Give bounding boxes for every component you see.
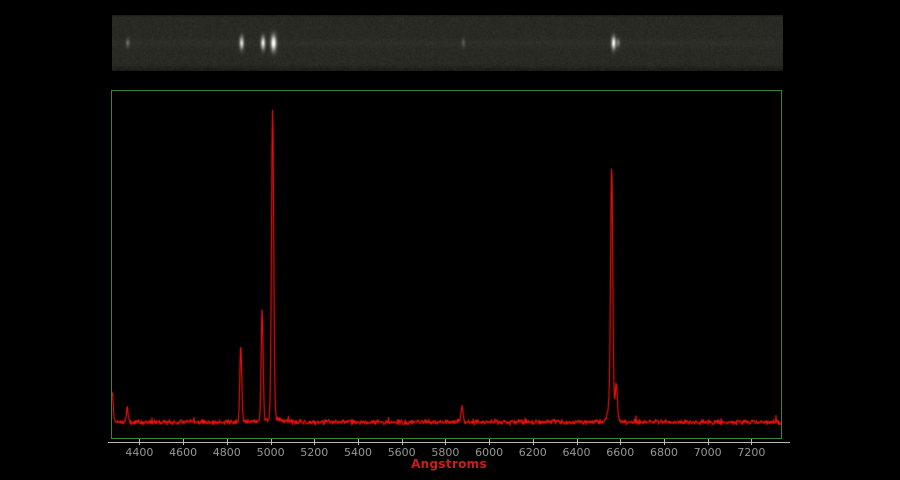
spectrum-2d-strip-image — [112, 15, 783, 71]
x-tick — [708, 439, 709, 445]
x-tick — [314, 439, 315, 445]
x-tick — [183, 439, 184, 445]
x-tick-label: 6400 — [555, 447, 599, 459]
x-tick-label: 7200 — [729, 447, 773, 459]
x-tick — [620, 439, 621, 445]
spectral-display-window: 4400460048005000520054005600580060006200… — [0, 0, 900, 480]
x-tick — [445, 439, 446, 445]
x-tick-label: 4400 — [117, 447, 161, 459]
x-tick — [227, 439, 228, 445]
x-tick — [271, 439, 272, 445]
x-tick-label: 4800 — [205, 447, 249, 459]
x-tick-label: 5400 — [336, 447, 380, 459]
x-axis-line — [108, 442, 790, 443]
x-tick-label: 5000 — [249, 447, 293, 459]
x-tick — [751, 439, 752, 445]
x-tick — [402, 439, 403, 445]
x-tick — [577, 439, 578, 445]
x-tick — [139, 439, 140, 445]
x-axis-title: Angstroms — [411, 457, 487, 471]
x-tick — [358, 439, 359, 445]
x-tick-label: 4600 — [161, 447, 205, 459]
spectrum-plot-frame — [111, 90, 782, 439]
x-tick — [489, 439, 490, 445]
x-tick-label: 6200 — [511, 447, 555, 459]
x-tick-label: 6800 — [642, 447, 686, 459]
x-tick-label: 6600 — [598, 447, 642, 459]
x-tick-label: 7000 — [686, 447, 730, 459]
x-tick-label: 5200 — [292, 447, 336, 459]
x-tick — [533, 439, 534, 445]
x-tick — [664, 439, 665, 445]
spectrum-1d-plot — [112, 91, 781, 438]
